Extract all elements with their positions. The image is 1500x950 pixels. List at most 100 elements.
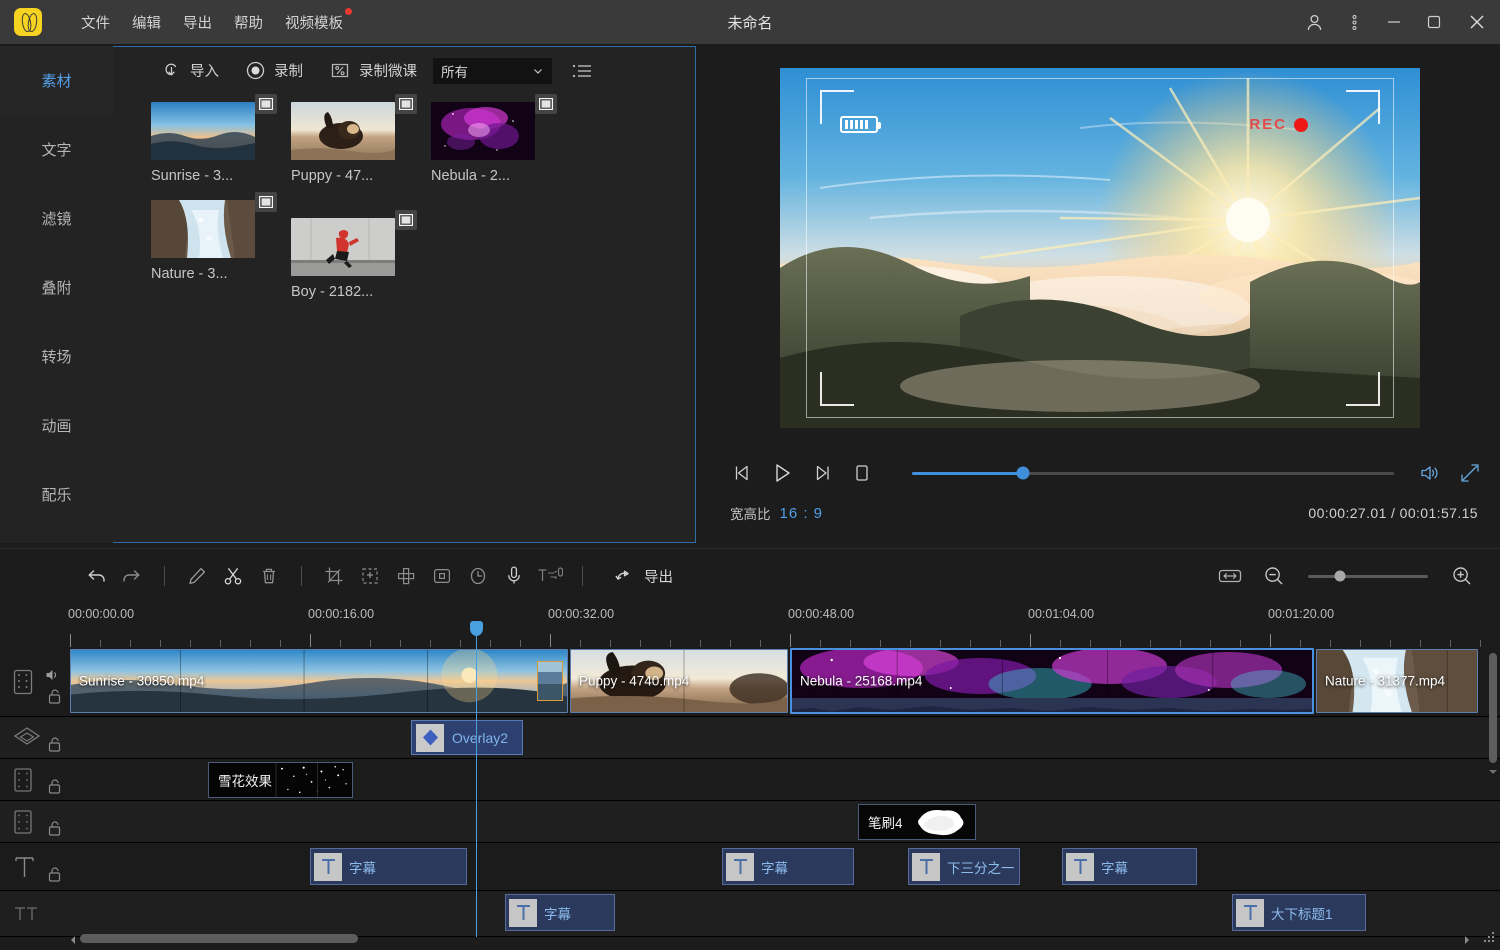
crop-button[interactable] — [316, 558, 352, 594]
ruler-tick-major — [1030, 634, 1031, 647]
resize-grip-icon[interactable] — [1482, 930, 1496, 949]
ruler-tick-minor — [700, 640, 701, 647]
previous-frame-button[interactable] — [722, 453, 762, 493]
media-filter-dropdown[interactable]: 所有 — [433, 58, 552, 84]
volume-button[interactable] — [1410, 453, 1450, 493]
timeline-clip-puppy[interactable]: Puppy - 4740.mp4 — [570, 649, 788, 713]
scroll-down-arrow[interactable] — [1486, 765, 1500, 783]
lock-open-icon[interactable] — [48, 867, 61, 882]
menu-item-help[interactable]: 帮助 — [223, 8, 274, 37]
sidebar-item-animation[interactable]: 动画 — [0, 391, 113, 460]
lock-open-icon[interactable] — [48, 737, 61, 752]
overlay-track-head — [0, 718, 68, 758]
text-clip-label: 大下标题1 — [1271, 903, 1333, 923]
menu-item-video-template[interactable]: 视频模板 — [274, 8, 354, 37]
timeline-clip-sunrise[interactable]: Sunrise - 30850.mp4 — [70, 649, 568, 713]
timeline-clip-title-1[interactable]: 大下标题1 — [1232, 894, 1366, 931]
timeline-clip-lower-third[interactable]: 下三分之一 — [908, 848, 1020, 885]
timeline-clip-snow-effect[interactable]: 雪花效果 — [208, 762, 353, 798]
sidebar-item-music[interactable]: 配乐 — [0, 460, 113, 529]
timeline-clip-subtitle-4[interactable]: 字幕 — [505, 894, 615, 931]
timeline-clip-brush4[interactable]: 笔刷4 — [858, 804, 976, 840]
sidebar-item-transition[interactable]: 转场 — [0, 322, 113, 391]
text-clip-icon-box — [509, 899, 537, 927]
menu-item-edit[interactable]: 编辑 — [121, 8, 172, 37]
record-course-button[interactable]: 录制微课 — [329, 60, 417, 81]
record-audio-button[interactable] — [496, 558, 532, 594]
mask-button[interactable] — [352, 558, 388, 594]
text-t-icon — [12, 853, 38, 881]
seek-handle[interactable] — [1016, 467, 1029, 480]
sidebar-item-overlay[interactable]: 叠附 — [0, 253, 113, 322]
ruler-tick-minor — [610, 640, 611, 647]
media-thumbnail — [291, 102, 395, 160]
lock-open-icon[interactable] — [48, 779, 61, 794]
list-view-button[interactable] — [572, 62, 592, 80]
fullscreen-button[interactable] — [1450, 453, 1490, 493]
delete-button[interactable] — [251, 558, 287, 594]
cut-button[interactable] — [215, 558, 251, 594]
lock-open-icon[interactable] — [48, 689, 61, 704]
seek-slider[interactable] — [912, 472, 1394, 475]
record-button[interactable]: 录制 — [245, 60, 303, 81]
fit-to-window-button[interactable] — [1212, 558, 1248, 594]
menu-item-export[interactable]: 导出 — [172, 8, 223, 37]
lock-open-icon[interactable] — [48, 821, 61, 836]
scroll-left-arrow[interactable] — [68, 933, 78, 950]
speed-button[interactable] — [460, 558, 496, 594]
media-item-nebula[interactable]: Nebula - 2... — [431, 102, 571, 184]
sidebar-item-filter[interactable]: 滤镜 — [0, 184, 113, 253]
zoom-in-button[interactable] — [1444, 558, 1480, 594]
timeline-ruler[interactable]: 00:00:00.00 00:00:16.00 00:00:32.00 00:0… — [0, 603, 1500, 647]
ruler-tick-minor — [430, 640, 431, 647]
media-item-boy[interactable]: Boy - 2182... — [291, 218, 431, 300]
redo-button[interactable] — [114, 558, 150, 594]
text-t-icon — [732, 857, 749, 876]
text-to-speech-button[interactable] — [532, 558, 568, 594]
sidebar-item-text[interactable]: 文字 — [0, 115, 113, 184]
timeline-clip-subtitle-1[interactable]: 字幕 — [310, 848, 467, 885]
edit-button[interactable] — [179, 558, 215, 594]
timeline-clip-nature[interactable]: Nature - 31377.mp4 — [1316, 649, 1478, 713]
undo-button[interactable] — [78, 558, 114, 594]
play-button[interactable] — [762, 453, 802, 493]
menu-item-file[interactable]: 文件 — [70, 8, 121, 37]
timeline-clip-subtitle-3[interactable]: 字幕 — [1062, 848, 1197, 885]
mosaic-button[interactable] — [388, 558, 424, 594]
film-strip-icon — [539, 98, 553, 110]
tracks-vertical-scrollbar[interactable] — [1489, 653, 1497, 763]
media-item-puppy[interactable]: Puppy - 47... — [291, 102, 431, 184]
more-options-icon[interactable] — [1334, 0, 1374, 44]
ruler-label: 00:00:00.00 — [68, 607, 134, 621]
next-frame-button[interactable] — [802, 453, 842, 493]
video-preview[interactable]: REC — [780, 68, 1420, 428]
effect-track-1: 雪花效果 — [0, 760, 1500, 801]
ruler-tick-minor — [1450, 640, 1451, 647]
speaker-icon[interactable] — [45, 668, 60, 682]
maximize-icon[interactable] — [1414, 0, 1454, 44]
timeline-zoom-slider[interactable] — [1308, 575, 1428, 578]
media-item-nature[interactable]: Nature - 3... — [151, 200, 291, 300]
ruler-tick-minor — [1120, 640, 1121, 647]
aspect-ratio-value[interactable]: 16 : 9 — [780, 505, 824, 522]
timeline-clip-subtitle-2[interactable]: 字幕 — [722, 848, 854, 885]
media-item-sunrise[interactable]: Sunrise - 3... — [151, 102, 291, 184]
close-icon[interactable] — [1454, 0, 1500, 44]
transition-marker[interactable] — [537, 661, 563, 701]
sidebar-item-media[interactable]: 素材 — [0, 46, 113, 115]
horizontal-scrollbar-thumb[interactable] — [80, 934, 358, 943]
import-button[interactable]: 导入 — [161, 60, 219, 81]
minimize-icon[interactable] — [1374, 0, 1414, 44]
zoom-slider-handle[interactable] — [1335, 571, 1346, 582]
undo-icon — [85, 566, 107, 586]
media-thumbnail — [291, 218, 395, 276]
stop-button[interactable] — [842, 453, 882, 493]
timeline-clip-nebula[interactable]: Nebula - 25168.mp4 — [790, 648, 1314, 714]
scroll-right-arrow[interactable] — [1462, 933, 1472, 950]
account-icon[interactable] — [1294, 0, 1334, 44]
timeline-clip-overlay2[interactable]: Overlay2 — [411, 720, 523, 755]
zoom-out-button[interactable] — [1256, 558, 1292, 594]
export-button[interactable]: 导出 — [613, 566, 673, 587]
pip-button[interactable] — [424, 558, 460, 594]
preview-info-row: 宽高比 16 : 9 00:00:27.01 / 00:01:57.15 — [700, 496, 1500, 530]
